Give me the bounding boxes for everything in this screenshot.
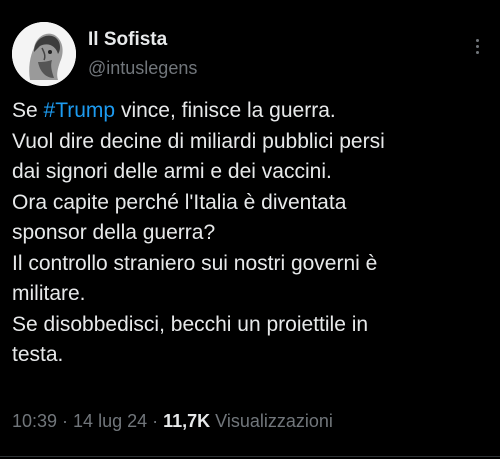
- tweet-line: sponsor della guerra?: [12, 221, 216, 244]
- display-name[interactable]: Il Sofista: [88, 28, 197, 52]
- tweet-text: Se #Trump vince, finisce la guerra. Vuol…: [12, 96, 488, 371]
- tweet-line: militare.: [12, 282, 86, 305]
- meta-separator: ·: [147, 411, 164, 431]
- tweet-header: Il Sofista @intuslegens: [12, 22, 488, 86]
- tweet-line: Se disobbedisci, becchi un proiettile in: [12, 312, 369, 336]
- tweet-line: Vuol dire decine di miliardi pubblici pe…: [12, 129, 385, 153]
- tweet-line: Il controllo straniero sui nostri govern…: [12, 251, 378, 275]
- tweet-date[interactable]: 14 lug 24: [73, 411, 147, 431]
- hashtag-link[interactable]: #Trump: [44, 99, 116, 122]
- views-count[interactable]: 11,7K: [163, 411, 210, 431]
- tweet-line: Se #Trump vince, finisce la guerra.: [12, 96, 488, 127]
- tweet-line: testa.: [12, 343, 64, 366]
- bust-avatar-icon: [12, 22, 76, 86]
- divider: [0, 456, 500, 457]
- tweet-text-segment: vince, finisce la guerra.: [115, 99, 336, 122]
- avatar[interactable]: [12, 22, 76, 86]
- tweet-line: dai signori delle armi e dei vaccini.: [12, 160, 332, 183]
- views-label: Visualizzazioni: [210, 411, 333, 431]
- tweet-meta: 10:39 · 14 lug 24 · 11,7K Visualizzazion…: [12, 411, 333, 432]
- meta-separator: ·: [57, 411, 74, 431]
- user-handle[interactable]: @intuslegens: [88, 56, 197, 80]
- tweet-line: Ora capite perché l'Italia è diventata: [12, 190, 347, 214]
- more-options-icon[interactable]: [472, 36, 482, 60]
- tweet-time[interactable]: 10:39: [12, 411, 57, 431]
- tweet-text-segment: Se: [12, 99, 44, 122]
